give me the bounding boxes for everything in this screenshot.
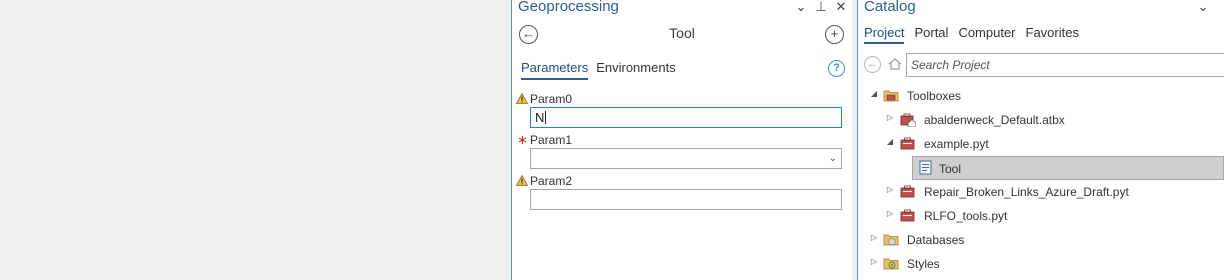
styles-folder-icon xyxy=(883,258,899,270)
question-icon: ? xyxy=(833,62,840,74)
caret-expanded-icon[interactable]: ◢ xyxy=(885,137,895,146)
tree-item-databases[interactable]: ▷ Databases xyxy=(858,229,1224,251)
tree-label-styles: Styles xyxy=(907,257,940,271)
add-button[interactable]: + xyxy=(825,25,844,44)
tree-item-tool[interactable]: Tool xyxy=(912,156,1224,180)
catalog-tabs: Project Portal Computer Favorites xyxy=(864,25,1079,44)
tab-favorites[interactable]: Favorites xyxy=(1026,25,1079,44)
tab-environments[interactable]: Environments xyxy=(596,60,675,80)
tree-item-styles[interactable]: ▷ Styles xyxy=(858,253,1224,275)
tree-label-example-pyt: example.pyt xyxy=(924,137,989,151)
catalog-search-input[interactable]: Search Project xyxy=(906,53,1224,77)
chevron-down-icon: ⌄ xyxy=(828,153,837,164)
script-tool-icon xyxy=(919,160,932,175)
param-2-input[interactable] xyxy=(530,189,842,210)
tab-project[interactable]: Project xyxy=(864,25,905,44)
tree-label-repair-pyt: Repair_Broken_Links_Azure_Draft.pyt xyxy=(924,185,1129,199)
tree-item-default-atbx[interactable]: ▷ abaldenweck_Default.atbx xyxy=(858,109,1224,131)
caret-collapsed-icon[interactable]: ▷ xyxy=(885,185,895,194)
warning-icon xyxy=(516,93,528,104)
tree-label-toolboxes: Toolboxes xyxy=(907,89,962,103)
catalog-pane-controls: ⌄ xyxy=(1196,0,1210,15)
database-folder-icon xyxy=(883,234,899,246)
geoprocessing-title: Geoprocessing xyxy=(518,0,619,15)
python-toolbox-icon xyxy=(900,209,915,222)
catalog-home-button[interactable] xyxy=(887,56,903,73)
tool-title: Tool xyxy=(669,25,695,41)
python-toolbox-icon xyxy=(900,185,915,198)
geoprocessing-pane-controls: ⌄ ⊥ ✕ xyxy=(794,0,848,15)
catalog-search-row: ← Search Project xyxy=(858,53,1224,77)
param-0-label: Param0 xyxy=(530,92,573,106)
param-1-dropdown[interactable]: ⌄ xyxy=(530,148,842,169)
back-button[interactable]: ← xyxy=(519,25,538,44)
geoprocessing-pane: Geoprocessing ⌄ ⊥ ✕ Tool ← + Parameters … xyxy=(512,0,852,280)
geoprocessing-tabs: Parameters Environments xyxy=(521,60,676,80)
home-icon xyxy=(888,58,902,70)
tab-computer[interactable]: Computer xyxy=(958,25,1015,44)
tree-label-rlfo-pyt: RLFO_tools.pyt xyxy=(924,209,1008,223)
tree-item-repair-pyt[interactable]: ▷ Repair_Broken_Links_Azure_Draft.pyt xyxy=(858,181,1224,203)
tree-label-tool: Tool xyxy=(939,162,962,176)
toolbox-folder-icon xyxy=(883,90,899,102)
tree-item-toolboxes[interactable]: ◢ Toolboxes xyxy=(858,85,1224,107)
param-1-label: Param1 xyxy=(530,133,573,147)
map-view-area[interactable] xyxy=(0,0,511,280)
tree-label-default-atbx: abaldenweck_Default.atbx xyxy=(924,113,1065,127)
python-toolbox-icon xyxy=(900,137,915,150)
tree-label-databases: Databases xyxy=(907,233,965,247)
chevron-down-icon[interactable]: ⌄ xyxy=(1196,0,1210,15)
chevron-down-icon[interactable]: ⌄ xyxy=(794,0,808,15)
required-asterisk-icon: ∗ xyxy=(517,132,528,147)
caret-expanded-icon[interactable]: ◢ xyxy=(869,89,879,98)
caret-collapsed-icon[interactable]: ▷ xyxy=(869,257,879,266)
caret-collapsed-icon[interactable]: ▷ xyxy=(869,233,879,242)
search-placeholder: Search Project xyxy=(911,58,990,72)
tab-portal[interactable]: Portal xyxy=(914,25,948,44)
param-0-value: N xyxy=(535,110,545,125)
tab-parameters[interactable]: Parameters xyxy=(521,60,589,80)
caret-collapsed-icon[interactable]: ▷ xyxy=(885,209,895,218)
back-arrow-icon: ← xyxy=(867,58,878,70)
help-button[interactable]: ? xyxy=(828,60,845,77)
caret-collapsed-icon[interactable]: ▷ xyxy=(885,113,895,122)
catalog-title: Catalog xyxy=(864,0,916,15)
pin-icon[interactable]: ⊥ xyxy=(814,0,828,15)
plus-icon: + xyxy=(830,26,839,41)
text-caret xyxy=(545,111,547,124)
back-arrow-icon: ← xyxy=(522,26,535,41)
geoprocessing-nav: Tool ← + xyxy=(512,24,852,46)
param-2-label: Param2 xyxy=(530,174,573,188)
catalog-pane: Catalog ⌄ Project Portal Computer Favori… xyxy=(858,0,1224,280)
warning-icon xyxy=(516,175,528,186)
tree-item-rlfo-pyt[interactable]: ▷ RLFO_tools.pyt xyxy=(858,205,1224,227)
param-0-input[interactable]: N xyxy=(530,107,842,128)
toolbox-home-icon xyxy=(900,113,916,127)
tree-item-example-pyt[interactable]: ◢ example.pyt xyxy=(858,133,1224,155)
close-icon[interactable]: ✕ xyxy=(834,0,848,15)
catalog-back-button[interactable]: ← xyxy=(864,56,881,73)
